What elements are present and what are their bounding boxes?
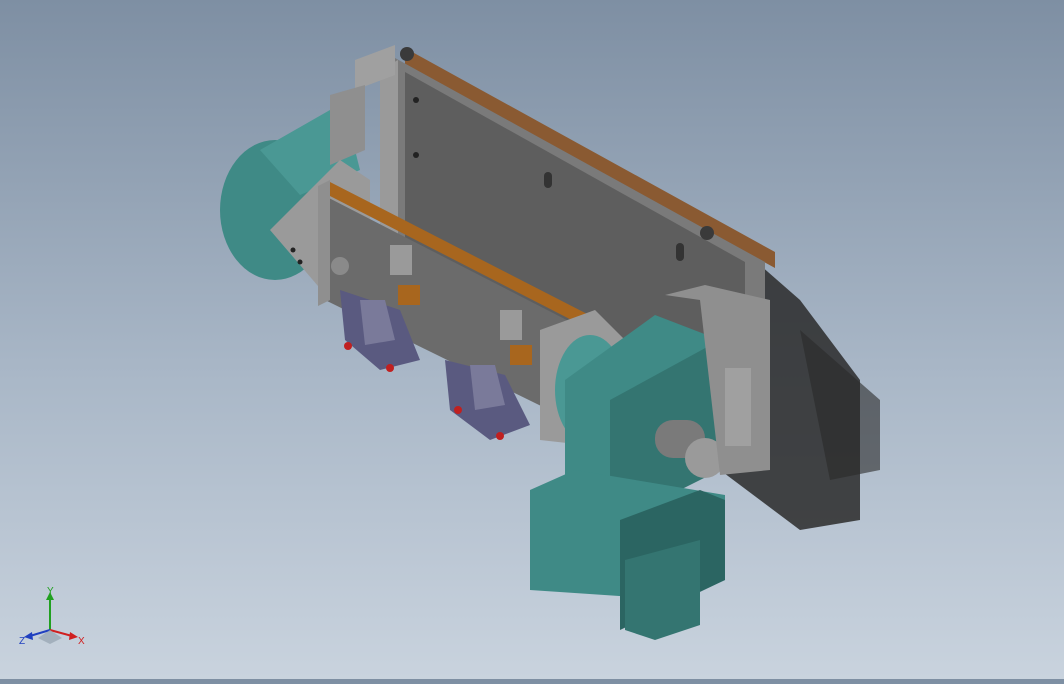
locator-pin-icon (454, 406, 462, 414)
z-axis-label: Z (19, 636, 25, 647)
cad-viewport[interactable] (0, 0, 1064, 679)
x-axis-label: X (78, 636, 85, 647)
coordinate-triad: Y X Z (18, 586, 88, 648)
bolt-icon (700, 226, 714, 240)
x-axis-arrow-icon (69, 632, 78, 640)
locator-pin-icon (496, 432, 504, 440)
locator-pin-icon (386, 364, 394, 372)
locator-pin-icon (344, 342, 352, 350)
y-axis-label: Y (47, 586, 54, 597)
bolt-icon (400, 47, 414, 61)
base-pedestal[interactable] (530, 470, 725, 640)
z-axis-arrow-icon (24, 632, 33, 640)
